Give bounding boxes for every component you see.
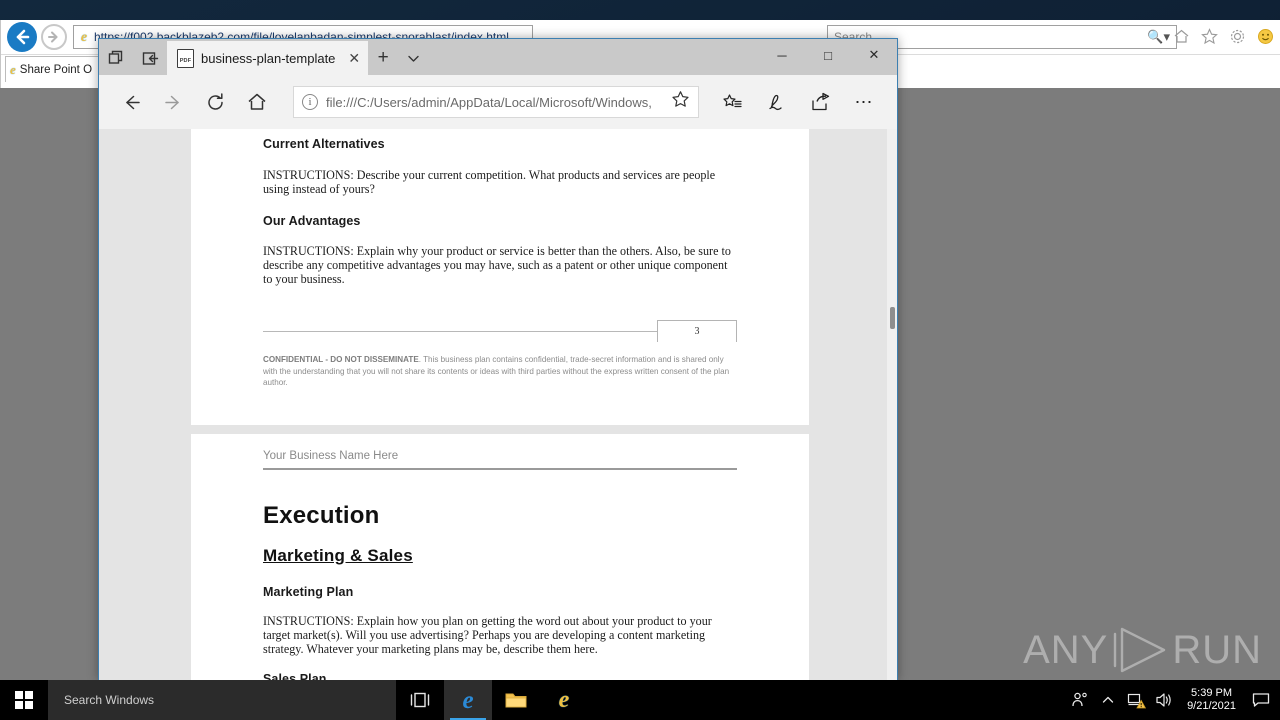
forward-button[interactable] — [153, 82, 193, 122]
forward-arrow-icon — [41, 24, 67, 50]
page-footer-rule: 3 — [263, 320, 737, 342]
scrollbar-thumb[interactable] — [890, 307, 895, 329]
info-icon: i — [302, 94, 318, 110]
smiley-feedback-icon[interactable] — [1255, 24, 1275, 48]
close-button[interactable]: ✕ — [851, 39, 897, 71]
more-options-button[interactable]: ⋯ — [843, 82, 885, 122]
ie-favicon-icon: e — [80, 30, 88, 45]
ie-tab-favicon-icon: e — [10, 62, 16, 77]
people-icon[interactable] — [1067, 680, 1093, 720]
ie-tab-sharepoint[interactable]: e Share Point O — [5, 56, 103, 82]
windows-taskbar: Search Windows e e 5:39 PM 9/21/2021 — [0, 680, 1280, 720]
paragraph-marketing-plan: INSTRUCTIONS: Explain how you plan on ge… — [263, 614, 712, 656]
action-center-icon[interactable] — [1246, 680, 1276, 720]
clock-time: 5:39 PM — [1191, 687, 1233, 699]
confidentiality-notice: CONFIDENTIAL - DO NOT DISSEMINATE. This … — [263, 354, 737, 389]
business-name-divider — [263, 468, 737, 470]
pdf-favicon-icon: PDF — [177, 48, 194, 68]
refresh-icon[interactable] — [195, 82, 235, 122]
edge-toolbar: i file:///C:/Users/admin/AppData/Local/M… — [99, 75, 897, 129]
page-3-content: Current Alternatives INSTRUCTIONS: Descr… — [191, 137, 809, 389]
heading-marketing-plan: Marketing Plan — [263, 585, 354, 599]
set-tabs-aside-icon[interactable] — [133, 41, 167, 75]
edge-title-bar[interactable]: PDF business-plan-template ✕ + ─ □ ✕ — [99, 39, 897, 75]
search-placeholder: Search Windows — [64, 693, 155, 707]
ie-forward-button[interactable] — [39, 20, 69, 54]
paragraph-current-alternatives: INSTRUCTIONS: Describe your current comp… — [263, 168, 716, 196]
section-title-marketing-and-sales: Marketing & Sales — [263, 546, 413, 565]
notes-pen-icon[interactable] — [755, 82, 797, 122]
business-name-placeholder: Your Business Name Here — [263, 450, 399, 462]
network-warning-icon[interactable] — [1123, 680, 1149, 720]
pdf-scrollbar[interactable] — [887, 129, 897, 681]
confidentiality-lead: CONFIDENTIAL - DO NOT DISSEMINATE — [263, 355, 419, 364]
taskbar-clock[interactable]: 5:39 PM 9/21/2021 — [1179, 687, 1244, 713]
search-magnifier-icon: 🔍▾ — [1147, 29, 1170, 44]
clock-date: 9/21/2021 — [1187, 700, 1236, 712]
volume-icon[interactable] — [1151, 680, 1177, 720]
edge-tab-title: business-plan-template — [201, 50, 336, 66]
system-tray: 5:39 PM 9/21/2021 — [1067, 680, 1280, 720]
maximize-button[interactable]: □ — [805, 39, 851, 71]
screen: e https://f002.backblazeb2.com/file/love… — [0, 0, 1280, 720]
ie-back-button[interactable] — [5, 20, 39, 54]
page-number-box: 3 — [657, 320, 737, 342]
back-button[interactable] — [111, 82, 151, 122]
paragraph-our-advantages: INSTRUCTIONS: Explain why your product o… — [263, 244, 731, 286]
home-icon[interactable] — [1171, 24, 1191, 48]
address-bar[interactable]: i file:///C:/Users/admin/AppData/Local/M… — [293, 86, 699, 118]
back-arrow-icon — [7, 22, 37, 52]
pdf-viewer[interactable]: Current Alternatives INSTRUCTIONS: Descr… — [99, 129, 897, 681]
url-text: file:///C:/Users/admin/AppData/Local/Mic… — [326, 94, 652, 110]
heading-our-advantages: Our Advantages — [263, 214, 361, 228]
show-hidden-icons-chevron[interactable] — [1095, 680, 1121, 720]
reading-list-icon[interactable] — [711, 82, 753, 122]
document-page-3: Current Alternatives INSTRUCTIONS: Descr… — [191, 129, 809, 425]
taskbar-file-explorer-icon[interactable] — [492, 680, 540, 720]
close-icon[interactable]: ✕ — [348, 50, 360, 67]
edge-browser-window: PDF business-plan-template ✕ + ─ □ ✕ i f… — [98, 38, 898, 681]
edge-tab-business-plan-template[interactable]: PDF business-plan-template ✕ — [167, 41, 369, 75]
ie-tab-label: Share Point O — [19, 63, 93, 76]
search-input[interactable]: Search Windows — [48, 680, 396, 720]
page-4-content: Your Business Name Here Execution Market… — [191, 434, 809, 681]
taskbar-internet-explorer-icon[interactable]: e — [540, 680, 588, 720]
page-title-execution: Execution — [263, 502, 380, 529]
ie-command-bar — [1171, 24, 1275, 48]
favorite-star-icon[interactable] — [671, 90, 690, 114]
star-icon[interactable] — [1199, 24, 1219, 48]
window-controls: ─ □ ✕ — [759, 39, 897, 71]
task-view-icon[interactable] — [396, 680, 444, 720]
chevron-down-icon[interactable] — [398, 41, 428, 75]
minimize-button[interactable]: ─ — [759, 39, 805, 71]
document-page-4: Your Business Name Here Execution Market… — [191, 434, 809, 681]
windows-start-icon[interactable] — [0, 680, 48, 720]
home-icon[interactable] — [237, 82, 277, 122]
share-icon[interactable] — [799, 82, 841, 122]
heading-current-alternatives: Current Alternatives — [263, 137, 385, 151]
gear-icon[interactable] — [1227, 24, 1247, 48]
new-tab-button[interactable]: + — [368, 41, 398, 75]
taskbar-edge-icon[interactable]: e — [444, 680, 492, 720]
tab-preview-icon[interactable] — [99, 41, 133, 75]
